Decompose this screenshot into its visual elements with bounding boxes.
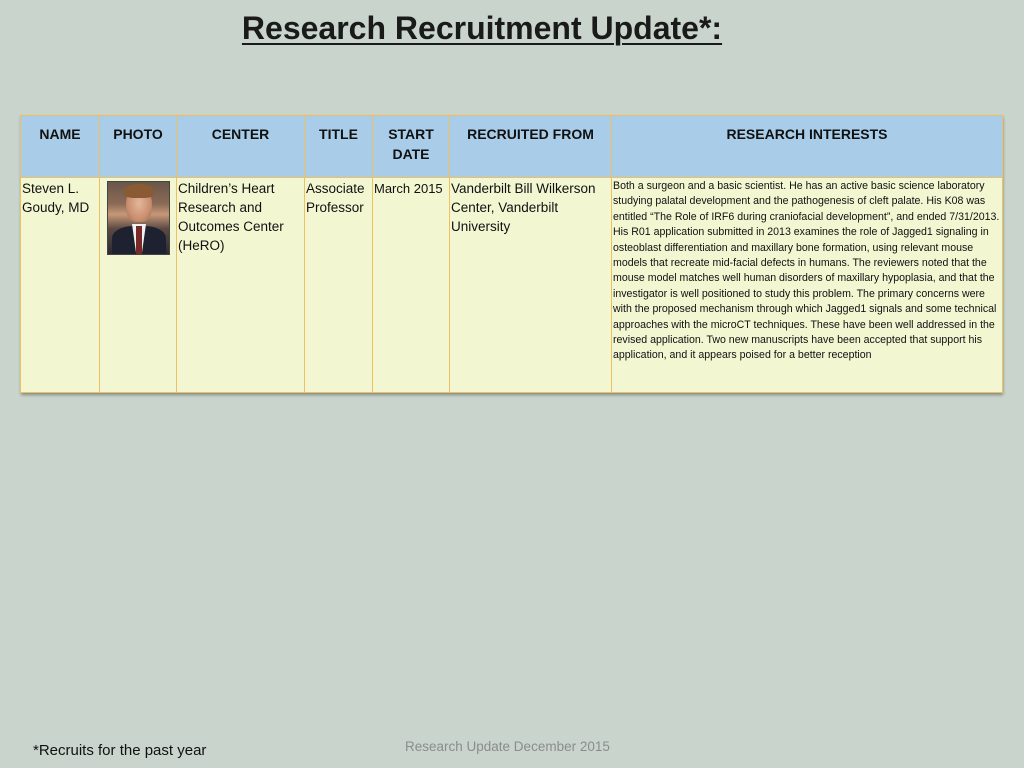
footer-text: Research Update December 2015 — [405, 739, 610, 754]
cell-name: Steven L. Goudy, MD — [20, 177, 100, 393]
recruitment-table-container: NAME PHOTO CENTER TITLE START DATE RECRU… — [20, 115, 1003, 393]
header-photo: PHOTO — [99, 115, 177, 178]
portrait-photo-icon — [107, 181, 170, 255]
header-name: NAME — [20, 115, 100, 178]
page-title-text: Research Recruitment Update*: — [241, 10, 723, 46]
header-research-interests: RESEARCH INTERESTS — [611, 115, 1003, 178]
header-title: TITLE — [304, 115, 373, 178]
cell-photo — [99, 177, 177, 393]
header-center: CENTER — [176, 115, 305, 178]
page-title: Research Recruitment Update*: — [0, 10, 964, 47]
table-row: Steven L. Goudy, MD Children’s Heart Res… — [20, 177, 1003, 393]
header-recruited-from: RECRUITED FROM — [449, 115, 612, 178]
cell-research-interests: Both a surgeon and a basic scientist. He… — [611, 177, 1003, 393]
recruitment-table: NAME PHOTO CENTER TITLE START DATE RECRU… — [20, 115, 1003, 393]
cell-title: Associate Professor — [304, 177, 373, 393]
cell-start-date: March 2015 — [372, 177, 450, 393]
cell-center: Children’s Heart Research and Outcomes C… — [176, 177, 305, 393]
footnote: *Recruits for the past year — [33, 742, 207, 759]
header-start-date: START DATE — [372, 115, 450, 178]
table-header-row: NAME PHOTO CENTER TITLE START DATE RECRU… — [20, 115, 1003, 178]
cell-recruited-from: Vanderbilt Bill Wilkerson Center, Vander… — [449, 177, 612, 393]
